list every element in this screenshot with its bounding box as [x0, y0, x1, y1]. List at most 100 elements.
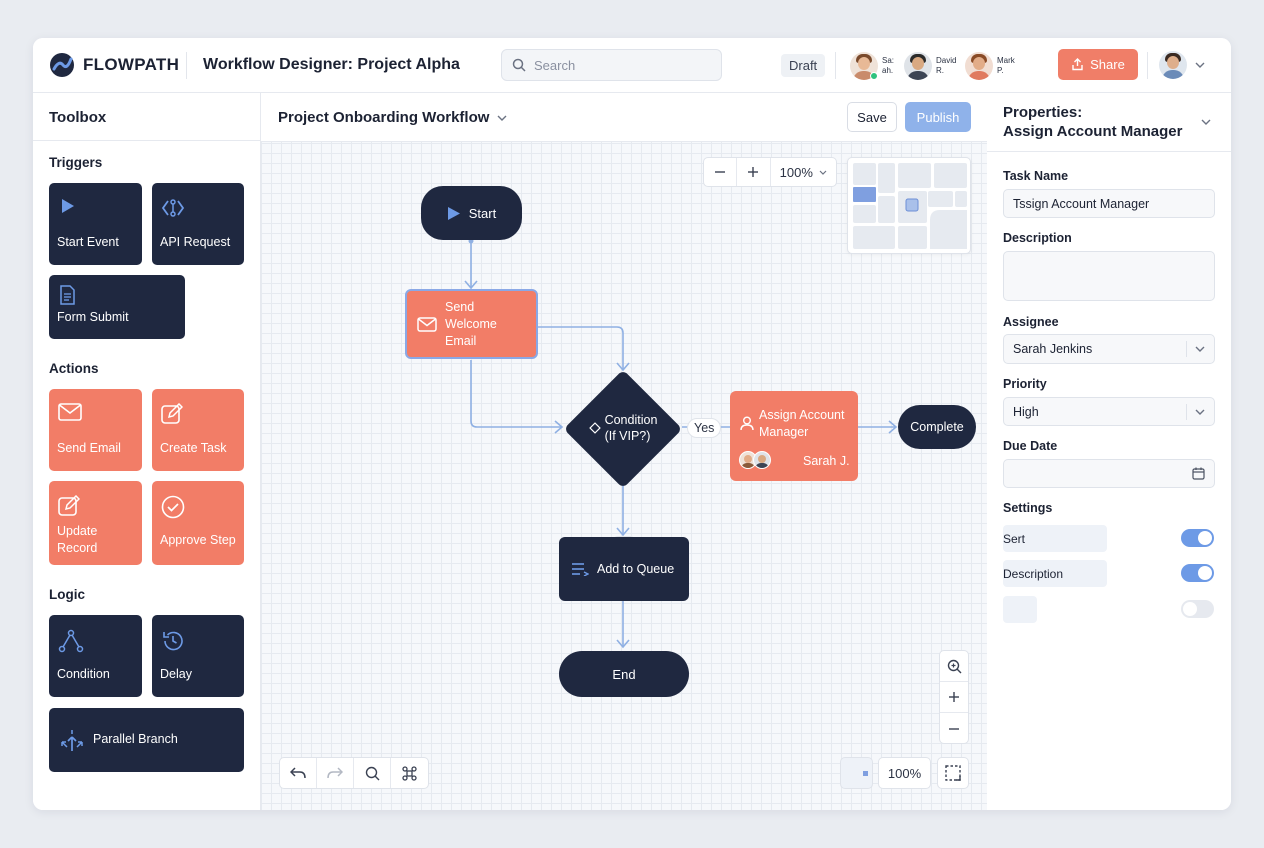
bottom-zoom-level[interactable]: 100% — [878, 757, 931, 789]
zoom-level-select[interactable]: 100% — [771, 158, 837, 186]
description-field[interactable] — [1003, 251, 1215, 301]
shortcuts-button[interactable] — [391, 758, 428, 788]
description-label: Description — [1003, 231, 1072, 245]
tool-start-event[interactable]: Start Event — [49, 183, 142, 265]
edge-label-yes: Yes — [687, 418, 722, 438]
online-indicator — [870, 72, 878, 80]
tool-api-request[interactable]: API Request — [152, 183, 244, 265]
setting-label: Sert — [1003, 531, 1026, 546]
chevron-down-icon — [1195, 62, 1205, 68]
status-badge: Draft — [781, 54, 826, 77]
toolbox-panel: Toolbox Triggers Start Event API Request… — [33, 93, 261, 810]
top-header: FLOWPATH Workflow Designer: Project Alph… — [33, 38, 1231, 93]
tool-delay[interactable]: Delay — [152, 615, 244, 697]
properties-header: Properties: Assign Account Manager — [987, 93, 1231, 152]
check-circle-icon — [161, 495, 185, 519]
task-name-input[interactable] — [1013, 196, 1205, 211]
tool-approve-step[interactable]: Approve Step — [152, 481, 244, 565]
node-label: End — [612, 666, 636, 682]
setting-toggle-3[interactable] — [1181, 600, 1214, 618]
tool-form-submit[interactable]: Form Submit — [49, 275, 185, 339]
history-toolbar — [279, 757, 429, 789]
minimap-view — [853, 163, 967, 249]
chevron-down-icon[interactable] — [1201, 119, 1211, 125]
brand-logo[interactable]: FLOWPATH — [49, 52, 179, 78]
tool-send-email[interactable]: Send Email — [49, 389, 142, 471]
mail-icon — [417, 316, 437, 332]
avatar — [904, 52, 932, 80]
assignee-select[interactable]: Sarah Jenkins — [1003, 334, 1215, 364]
node-send-welcome-email[interactable]: Send Welcome Email — [405, 289, 538, 359]
properties-panel: Properties: Assign Account Manager Task … — [987, 93, 1231, 810]
node-complete[interactable]: Complete — [898, 405, 976, 449]
tool-label: Create Task — [160, 441, 227, 455]
tool-condition[interactable]: Condition — [49, 615, 142, 697]
task-name-field[interactable] — [1003, 189, 1215, 218]
share-icon — [1072, 58, 1083, 71]
fit-screen-button[interactable] — [937, 757, 969, 789]
redo-button[interactable] — [317, 758, 354, 788]
minimap[interactable] — [847, 157, 971, 254]
canvas-zoom-panel — [939, 650, 969, 744]
tool-label: Form Submit — [57, 310, 129, 324]
node-label: Add to Queue — [597, 562, 675, 576]
brand-name: FLOWPATH — [83, 55, 180, 74]
user-icon — [740, 416, 754, 431]
find-button[interactable] — [354, 758, 391, 788]
setting-label: Description — [1003, 566, 1064, 581]
setting-toggle-2[interactable] — [1181, 564, 1214, 582]
zoom-level: 100% — [779, 164, 813, 180]
tool-label: Send Email — [57, 441, 121, 455]
collaborator-3[interactable]: Mark P. — [965, 52, 1019, 80]
zoom-out-button[interactable] — [704, 158, 737, 186]
setting-toggle-1[interactable] — [1181, 529, 1214, 547]
search-box[interactable] — [501, 49, 722, 81]
node-add-to-queue[interactable]: Add to Queue — [559, 537, 689, 601]
description-textarea[interactable] — [1013, 258, 1205, 294]
collaborator-2[interactable]: David R. — [904, 52, 960, 80]
collaborator-name: P. — [997, 66, 1004, 75]
due-date-field[interactable] — [1003, 459, 1215, 488]
user-menu[interactable] — [1159, 51, 1205, 79]
minimap-toggle-button[interactable] — [840, 757, 873, 789]
share-label: Share — [1090, 57, 1125, 72]
search-icon — [365, 766, 379, 780]
parallel-branch-icon — [61, 730, 83, 751]
tool-create-task[interactable]: Create Task — [152, 389, 244, 471]
api-icon — [161, 199, 185, 217]
zoom-in-button[interactable] — [737, 158, 771, 186]
node-start[interactable]: Start — [421, 186, 522, 240]
header-divider — [835, 52, 836, 79]
node-end[interactable]: End — [559, 651, 689, 697]
calendar-icon[interactable] — [1192, 467, 1205, 480]
tool-label: Approve Step — [160, 533, 236, 547]
tool-parallel-branch[interactable]: Parallel Branch — [49, 708, 244, 772]
tool-label: API Request — [160, 235, 231, 249]
undo-icon — [290, 767, 306, 779]
priority-select[interactable]: High — [1003, 397, 1215, 426]
search-input[interactable] — [534, 57, 704, 73]
priority-value: High — [1013, 404, 1039, 419]
workflow-canvas[interactable]: Project Onboarding Workflow Save Publish — [261, 93, 987, 810]
zoom-fit-button[interactable] — [940, 651, 968, 682]
tool-label: Delay — [160, 667, 192, 681]
user-avatar — [1159, 51, 1187, 79]
collaborator-1[interactable]: Sa: ah. — [850, 52, 900, 80]
page-title: Workflow Designer: Project Alpha — [203, 56, 460, 73]
mail-icon — [58, 403, 82, 421]
share-button[interactable]: Share — [1058, 49, 1138, 80]
assignee-avatar — [753, 451, 771, 469]
section-logic: Logic — [49, 587, 85, 602]
assignee-value: Sarah Jenkins — [1013, 342, 1093, 356]
collaborator-name: Mark — [997, 56, 1015, 65]
tool-update-record[interactable]: Update Record — [49, 481, 142, 565]
node-assign-account-manager[interactable]: Assign Account Manager Sarah J. — [730, 391, 858, 481]
undo-button[interactable] — [280, 758, 317, 788]
plus-icon — [949, 692, 959, 702]
properties-title: Properties: — [1003, 104, 1083, 121]
chevron-down-icon — [819, 170, 827, 175]
header-divider — [1147, 52, 1148, 79]
branch-icon — [58, 629, 84, 653]
canvas-zoom-out-button[interactable] — [940, 713, 968, 744]
canvas-zoom-in-button[interactable] — [940, 682, 968, 713]
